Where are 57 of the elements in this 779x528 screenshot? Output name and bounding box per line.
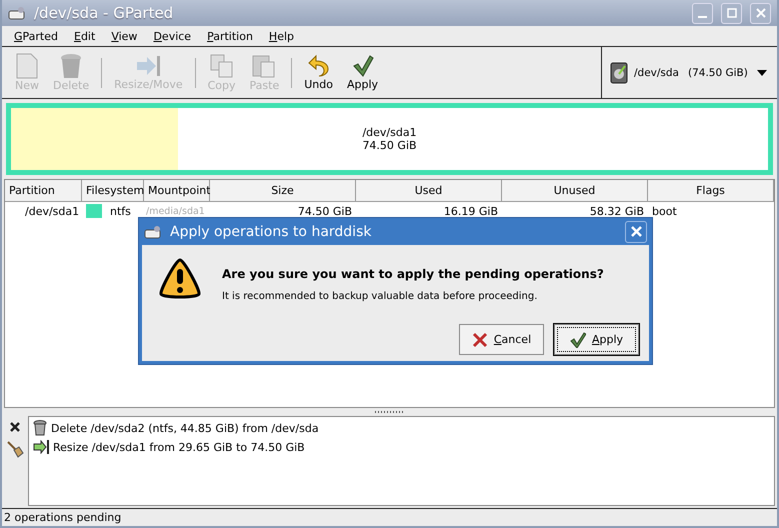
- close-button[interactable]: [625, 220, 647, 242]
- table-cell-text: 74.50 GiB: [296, 204, 353, 220]
- table-cell: ntfs: [110, 204, 131, 218]
- x-mark-icon: [472, 332, 488, 348]
- operation-text: Resize /dev/sda1 from 29.65 GiB to 74.50 GiB: [53, 440, 305, 454]
- minimize-icon: [698, 16, 707, 18]
- menu-item[interactable]: View: [103, 30, 146, 42]
- toolbar-button[interactable]: Apply: [340, 54, 386, 91]
- clipboard-icon: [251, 53, 278, 79]
- disk-icon: [8, 6, 26, 20]
- column-header[interactable]: Size: [210, 180, 356, 202]
- undo-arrow-icon: [308, 54, 330, 78]
- table-cell-text: boot: [651, 204, 678, 220]
- column-header[interactable]: Mountpoint: [144, 180, 210, 202]
- column-header[interactable]: Filesystem: [82, 180, 144, 202]
- column-header[interactable]: Partition: [5, 180, 82, 202]
- dialog-heading: Are you sure you want to apply the pending operations?: [222, 267, 604, 281]
- cancel-button[interactable]: Cancel: [459, 324, 544, 355]
- column-header[interactable]: Flags: [648, 180, 774, 202]
- close-icon: [756, 8, 766, 18]
- checkmark-icon: [352, 54, 374, 78]
- menu-item[interactable]: GParted: [6, 30, 66, 42]
- close-icon: [630, 226, 642, 237]
- copy-icon: [208, 53, 235, 79]
- disk-icon: [144, 224, 162, 238]
- table-cell-text: 58.32 GiB: [588, 204, 645, 220]
- dialog-message: It is recommended to backup valuable data before proceeding.: [222, 291, 538, 302]
- table-cell-text: /dev/sda1: [24, 204, 80, 220]
- operation-text: Delete /dev/sda2 (ntfs, 44.85 GiB) from /dev/sda: [51, 422, 319, 434]
- menu-item[interactable]: Device: [145, 30, 200, 42]
- broom-icon[interactable]: [6, 440, 24, 458]
- dialog-title: Apply operations to harddisk: [170, 224, 372, 240]
- trash-can-icon: [59, 53, 84, 79]
- menu-item[interactable]: Partition: [199, 30, 261, 42]
- window-title: /dev/sda - GParted: [34, 4, 174, 22]
- partition-bar[interactable]: /dev/sda1 74.50 GiB: [6, 103, 773, 175]
- dropdown-arrow-icon: [756, 68, 767, 76]
- partition-name: /dev/sda1: [362, 126, 417, 139]
- maximize-icon: [726, 8, 736, 18]
- checkmark-icon: [570, 332, 586, 348]
- toolbar-button[interactable]: Undo: [297, 54, 340, 91]
- table-cell-text: /media/sda1: [145, 204, 206, 218]
- trash-can-icon: [33, 420, 47, 436]
- column-header[interactable]: Used: [356, 180, 502, 202]
- menu-item[interactable]: Edit: [66, 30, 104, 42]
- menu-item[interactable]: Help: [260, 30, 302, 42]
- status-text: 2 operations pending: [4, 511, 122, 524]
- table-cell-text: 16.19 GiB: [442, 204, 499, 220]
- close-icon[interactable]: [10, 422, 20, 432]
- pane-handle[interactable]: [374, 411, 404, 413]
- apply-button[interactable]: Apply: [554, 324, 639, 355]
- arrow-bar-icon: [135, 54, 162, 78]
- device-selector[interactable]: /dev/sda (74.50 GiB): [601, 47, 777, 98]
- page-icon: [15, 53, 39, 79]
- arrow-bar-icon: [33, 440, 49, 454]
- partition-size: 74.50 GiB: [362, 139, 417, 152]
- column-header[interactable]: Unused: [502, 180, 648, 202]
